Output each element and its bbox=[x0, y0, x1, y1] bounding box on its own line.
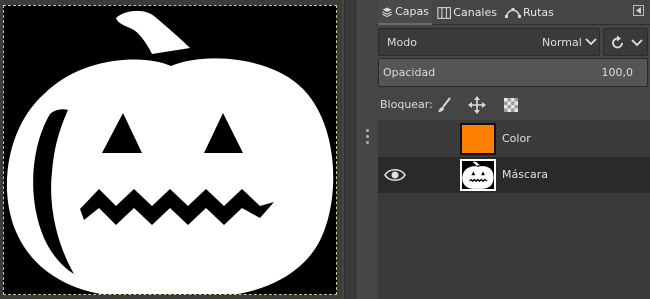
lock-alpha-checker-icon[interactable] bbox=[502, 96, 520, 114]
lock-pixels-brush-icon[interactable] bbox=[436, 96, 454, 114]
mode-value: Normal bbox=[542, 36, 582, 49]
mode-reset-button[interactable] bbox=[603, 28, 648, 56]
chevron-down-icon bbox=[631, 39, 643, 47]
opacity-label: Opacidad bbox=[383, 66, 436, 79]
channels-icon bbox=[437, 6, 451, 19]
layer-thumbnail-color bbox=[460, 123, 496, 155]
visibility-toggle[interactable] bbox=[384, 129, 406, 149]
tab-paths[interactable]: Rutas bbox=[502, 0, 558, 25]
reset-icon bbox=[612, 35, 623, 49]
lock-position-move-icon[interactable] bbox=[468, 96, 486, 114]
dock-tabs: Capas Canales Rutas bbox=[376, 0, 650, 25]
paths-icon bbox=[505, 7, 521, 18]
lock-row: Bloquear: bbox=[378, 94, 648, 116]
opacity-slider[interactable]: Opacidad 100,0 bbox=[378, 58, 648, 87]
layer-thumbnail-mask bbox=[460, 159, 496, 191]
tab-channels-label: Canales bbox=[453, 6, 497, 19]
dock-separator[interactable] bbox=[359, 0, 376, 299]
layer-row-color[interactable]: Color bbox=[378, 121, 650, 157]
layers-list: Color Máscara bbox=[378, 120, 650, 299]
canvas-area[interactable] bbox=[0, 0, 342, 299]
mode-label: Modo bbox=[387, 36, 417, 49]
eye-icon[interactable] bbox=[384, 165, 406, 185]
triangle-left-icon bbox=[636, 7, 641, 14]
drag-handle-icon[interactable] bbox=[366, 129, 370, 145]
tab-menu-button[interactable] bbox=[633, 5, 644, 16]
pumpkin-image bbox=[4, 6, 336, 294]
layer-name: Color bbox=[502, 132, 531, 145]
pumpkin-thumbnail-icon bbox=[462, 161, 494, 189]
tab-channels[interactable]: Canales bbox=[434, 0, 500, 25]
lock-label: Bloquear: bbox=[380, 98, 433, 111]
mode-select[interactable]: Modo Normal bbox=[378, 28, 600, 56]
tab-layers[interactable]: Capas bbox=[378, 0, 432, 25]
tab-paths-label: Rutas bbox=[523, 6, 554, 19]
image-canvas[interactable] bbox=[3, 5, 337, 295]
layers-icon bbox=[382, 6, 392, 17]
opacity-value: 100,0 bbox=[601, 66, 634, 79]
tab-layers-label: Capas bbox=[395, 5, 429, 18]
layer-row-mask[interactable]: Máscara bbox=[378, 157, 650, 193]
canvas-scrollbar-thumb[interactable] bbox=[344, 0, 356, 299]
layers-dock: Capas Canales Rutas Modo Normal Opacidad… bbox=[376, 0, 650, 299]
layer-name: Máscara bbox=[502, 168, 549, 181]
chevron-down-icon bbox=[585, 38, 597, 46]
